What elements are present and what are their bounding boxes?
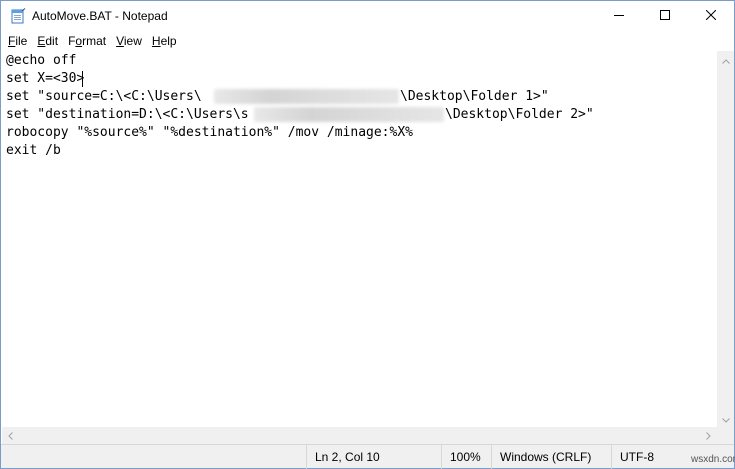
- code-line-2: set X=<30>: [6, 71, 85, 86]
- code-line-4-start: set "destination=D:\<C:\Users\s: [6, 107, 249, 122]
- vertical-scrollbar[interactable]: [717, 51, 734, 427]
- title-bar: AutoMove.BAT - Notepad: [1, 1, 734, 31]
- scroll-right-button[interactable]: [700, 427, 717, 444]
- code-line-4-end: \Desktop\Folder 2>": [445, 107, 594, 122]
- chevron-right-icon: [706, 429, 711, 443]
- status-line-endings: Windows (CRLF): [491, 445, 611, 469]
- status-bar: Ln 2, Col 10 100% Windows (CRLF) UTF-8: [1, 444, 734, 469]
- close-button[interactable]: [688, 1, 734, 31]
- menu-format-label: rmat: [82, 34, 107, 48]
- scrollbar-corner: [717, 427, 734, 444]
- notepad-window: AutoMove.BAT - Notepad File Edit Format …: [0, 0, 735, 469]
- maximize-icon: [660, 9, 670, 23]
- menu-view[interactable]: View: [111, 31, 147, 51]
- redacted-username-1: [214, 89, 399, 104]
- chevron-down-icon: [721, 412, 730, 426]
- menu-view-mnemonic: V: [116, 34, 124, 48]
- menu-help-label: elp: [160, 34, 177, 48]
- menu-edit-label: dit: [45, 34, 59, 48]
- status-position: Ln 2, Col 10: [306, 445, 441, 469]
- window-title: AutoMove.BAT - Notepad: [32, 9, 168, 23]
- maximize-button[interactable]: [642, 1, 688, 31]
- scroll-left-button[interactable]: [2, 427, 19, 444]
- text-caret: [82, 71, 83, 87]
- close-icon: [705, 9, 717, 23]
- minimize-button[interactable]: [596, 1, 642, 31]
- scroll-up-button[interactable]: [717, 51, 734, 68]
- redacted-username-2: [254, 107, 444, 122]
- horizontal-scrollbar[interactable]: [2, 427, 717, 444]
- menu-help[interactable]: Help: [147, 31, 182, 51]
- menu-view-label: iew: [123, 34, 142, 48]
- watermark-text: wsxdn.com: [691, 454, 735, 465]
- code-line-5: robocopy "%source%" "%destination%" /mov…: [6, 125, 413, 140]
- code-line-3-start: set "source=C:\<C:\Users\: [6, 89, 202, 104]
- text-editor[interactable]: @echo off set X=<30> set "source=C:\<C:\…: [2, 51, 717, 427]
- menu-file[interactable]: File: [3, 31, 32, 51]
- notepad-icon[interactable]: [10, 8, 26, 24]
- status-encoding: UTF-8: [611, 445, 691, 469]
- menu-format[interactable]: Format: [63, 31, 111, 51]
- menu-bar: File Edit Format View Help: [1, 31, 734, 51]
- chevron-up-icon: [721, 53, 730, 67]
- code-line-6: exit /b: [6, 143, 61, 158]
- code-line-3-end: \Desktop\Folder 1>": [400, 89, 549, 104]
- status-zoom: 100%: [441, 445, 491, 469]
- scroll-down-button[interactable]: [717, 410, 734, 427]
- menu-help-mnemonic: H: [151, 34, 161, 48]
- minimize-icon: [614, 9, 624, 23]
- code-line-1: @echo off: [6, 53, 77, 68]
- menu-file-label: ile: [15, 34, 28, 48]
- menu-edit[interactable]: Edit: [32, 31, 63, 51]
- chevron-left-icon: [8, 429, 13, 443]
